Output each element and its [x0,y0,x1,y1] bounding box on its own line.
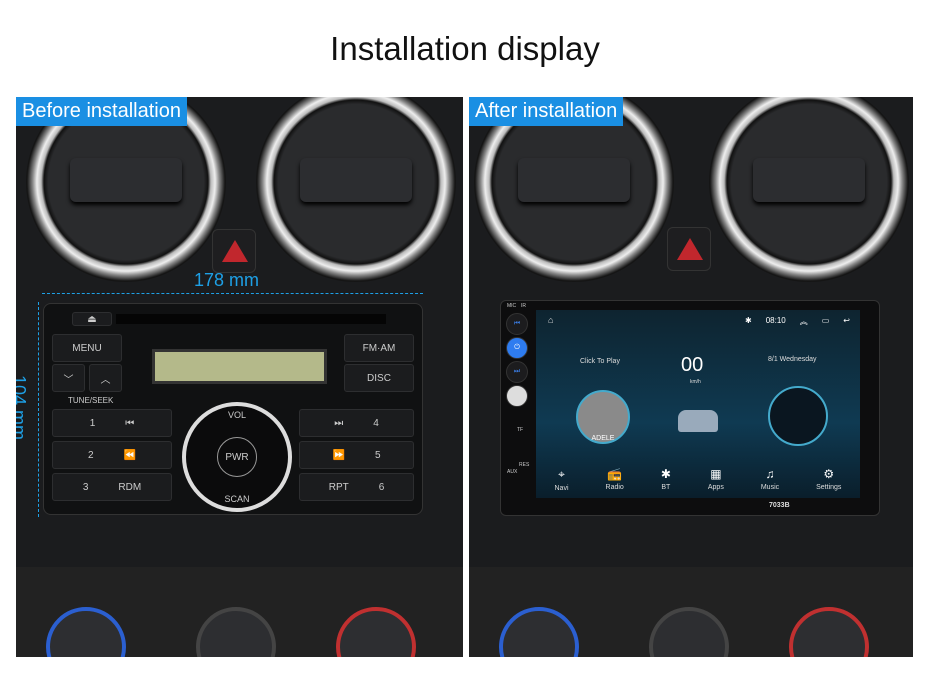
album-name: ADELE [591,435,615,442]
power-button: PWR [217,437,257,477]
down-button: ﹀ [52,364,85,392]
album-art[interactable]: ADELE [576,390,630,444]
car-image [678,410,718,432]
up-button: ︿ [89,364,122,392]
preset-1: 1 ⏮ [52,409,172,437]
scan-label: SCAN [224,494,250,504]
volume-knob [506,385,528,407]
volume-knob: VOL PWR SCAN [182,402,292,512]
clock-time: 08:10 [765,316,786,325]
width-dimension: 178 mm [194,270,260,290]
before-label: Before installation [16,97,187,126]
touchscreen: ⌂ ✱ 08:10 ︽ ▭ ↩ Click To Play 00 km/h 8/… [536,310,860,498]
bluetooth-icon: ✱ [745,316,752,325]
mic-label: MIC [507,303,517,309]
aux-label: AUX [507,469,518,475]
height-dimension-line [38,302,39,517]
preset-2: 2 ⏪ [52,441,172,469]
click-to-play: Click To Play [580,358,620,365]
fm-am-button: FM·AM [344,334,414,362]
preset-3: 3 RDM [52,473,172,501]
cd-slot [116,314,386,324]
prev-button: ⏮ [506,313,528,335]
eject-button: ⏏ [72,312,112,326]
ir-label: IR [521,303,526,309]
lcd-display [152,349,327,384]
model-number: 7033B [769,502,790,509]
stock-radio: ⏏ MENU ﹀ ︿ FM·AM DISC TUNE/SEEK 1 ⏮ 2 ⏪ 3R… [43,303,423,515]
disc-button: DISC [344,364,414,392]
res-label: RES [519,462,530,468]
tune-seek-label: TUNE/SEEK [68,396,114,405]
expand-icon: ︽ [799,317,808,326]
speed-value: 00 [681,354,704,376]
after-panel: After installation MIC IR ⏮ ⏻ ⏭ TF AUX R… [469,97,913,657]
climate-controls [16,567,463,657]
menu-button: MENU [52,334,122,362]
app-music[interactable]: ♫ Music [761,467,779,492]
power-button: ⏻ [506,337,528,359]
app-navi[interactable]: ⌖ Navi [555,467,569,492]
height-dimension: 104 mm [16,374,30,441]
app-apps[interactable]: ▦ Apps [708,467,724,492]
app-bt[interactable]: ✱ BT [661,467,671,492]
preset-6: RPT 6 [299,473,414,501]
preset-4: ⏭ 4 [299,409,414,437]
date-display: 8/1 Wednesday [768,356,817,363]
app-settings[interactable]: ⚙ Settings [816,467,841,492]
page-title: Installation display [330,30,600,67]
air-vent-right [709,97,909,282]
vol-label: VOL [227,410,246,420]
hazard-button [212,229,256,273]
next-button: ⏭ [506,361,528,383]
speed-unit: km/h [690,379,701,385]
hazard-button [667,227,711,271]
app-radio[interactable]: 📻 Radio [606,467,624,492]
analog-clock [768,386,828,446]
before-panel: Before installation 178 mm 104 mm ⏏ MENU… [16,97,463,657]
head-unit: MIC IR ⏮ ⏻ ⏭ TF AUX RES ⌂ ✱ 08:10 ︽ ▭ ↩ … [500,300,880,516]
preset-5: ⏩ 5 [299,441,414,469]
tf-slot-label: TF [517,427,524,433]
home-icon: ⌂ [548,315,554,325]
width-dimension-line [42,293,423,294]
back-icon: ↩ [843,316,850,325]
air-vent-right [256,97,456,282]
recent-apps-icon: ▭ [821,316,830,325]
climate-controls [469,567,913,657]
after-label: After installation [469,97,624,126]
